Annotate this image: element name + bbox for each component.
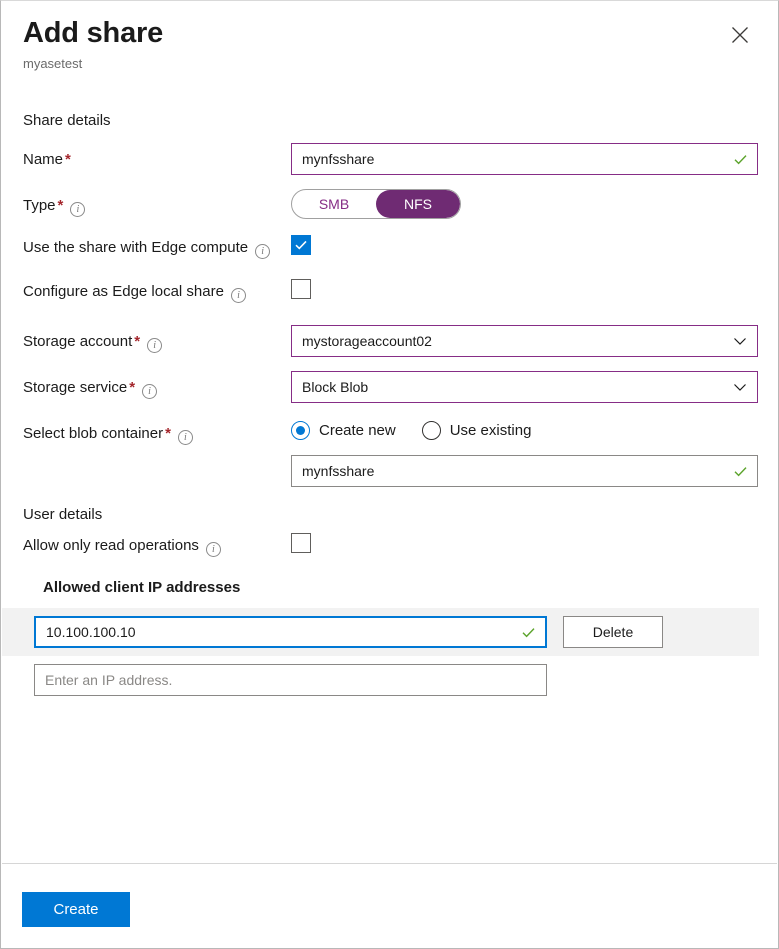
- edge-local-label: Configure as Edge local share i: [23, 279, 291, 303]
- create-button[interactable]: Create: [22, 892, 130, 927]
- checkmark-icon: [521, 625, 545, 640]
- type-label-text: Type: [23, 197, 56, 214]
- field-row-edge-local: Configure as Edge local share i: [1, 279, 779, 303]
- name-input[interactable]: [292, 144, 733, 174]
- storage-account-label: Storage account* i: [23, 325, 291, 353]
- info-icon[interactable]: i: [142, 384, 157, 399]
- name-required-marker: *: [65, 151, 71, 168]
- field-row-type: Type* i SMB NFS: [1, 189, 779, 219]
- page-subtitle: myasetest: [23, 55, 758, 72]
- type-required-marker: *: [58, 197, 64, 214]
- section-share-details: Share details: [1, 111, 779, 131]
- storage-account-dropdown[interactable]: mystorageaccount02: [291, 325, 758, 357]
- radio-create-new-label: Create new: [319, 422, 396, 439]
- name-label-text: Name: [23, 151, 63, 168]
- ip-new-entry-row: [1, 656, 779, 696]
- section-user-details: User details: [1, 505, 779, 525]
- ip-input-wrapper[interactable]: [34, 616, 547, 648]
- storage-service-dropdown[interactable]: Block Blob: [291, 371, 758, 403]
- edge-compute-label: Use the share with Edge compute i: [23, 235, 291, 259]
- container-name-input-wrapper[interactable]: [291, 455, 758, 487]
- radio-use-existing-label: Use existing: [450, 422, 532, 439]
- ip-entry-row: Delete: [2, 608, 759, 656]
- ip-input[interactable]: [36, 618, 521, 646]
- page-title: Add share: [23, 15, 758, 51]
- ip-new-input[interactable]: [35, 665, 546, 695]
- info-icon[interactable]: i: [178, 430, 193, 445]
- ip-new-input-wrapper[interactable]: [34, 664, 547, 696]
- container-name-spacer: [23, 455, 291, 462]
- edge-compute-checkbox[interactable]: [291, 235, 311, 255]
- ip-section-heading: Allowed client IP addresses: [1, 579, 779, 596]
- type-option-nfs[interactable]: NFS: [376, 190, 460, 218]
- type-option-smb[interactable]: SMB: [292, 190, 376, 218]
- footer-separator: [2, 863, 777, 864]
- chevron-down-icon: [733, 380, 757, 394]
- info-icon[interactable]: i: [70, 202, 85, 217]
- edge-local-label-text: Configure as Edge local share: [23, 283, 224, 300]
- radio-create-new[interactable]: Create new: [291, 421, 396, 440]
- field-row-container-name: [1, 455, 779, 487]
- storage-account-required-marker: *: [134, 333, 140, 350]
- field-row-edge-compute: Use the share with Edge compute i: [1, 235, 779, 259]
- field-row-read-only: Allow only read operations i: [1, 533, 779, 557]
- radio-indicator: [291, 421, 310, 440]
- read-only-label: Allow only read operations i: [23, 533, 291, 557]
- field-row-blob-container: Select blob container* i Create new Use e…: [1, 417, 779, 445]
- name-input-wrapper[interactable]: [291, 143, 758, 175]
- chevron-down-icon: [733, 334, 757, 348]
- edge-local-checkbox[interactable]: [291, 279, 311, 299]
- checkmark-icon: [733, 152, 757, 167]
- delete-ip-button[interactable]: Delete: [563, 616, 663, 648]
- type-toggle[interactable]: SMB NFS: [291, 189, 461, 219]
- close-button[interactable]: [724, 19, 756, 51]
- read-only-label-text: Allow only read operations: [23, 537, 199, 554]
- radio-use-existing[interactable]: Use existing: [422, 421, 532, 440]
- radio-indicator: [422, 421, 441, 440]
- add-share-panel: Add share myasetest Share details Name*: [0, 0, 779, 949]
- storage-account-label-text: Storage account: [23, 333, 132, 350]
- storage-service-label: Storage service* i: [23, 371, 291, 399]
- field-row-storage-account: Storage account* i mystorageaccount02: [1, 325, 779, 357]
- checkmark-icon: [294, 238, 308, 252]
- name-label: Name*: [23, 143, 291, 170]
- type-label: Type* i: [23, 189, 291, 217]
- field-row-name: Name*: [1, 143, 779, 175]
- edge-compute-label-text: Use the share with Edge compute: [23, 239, 248, 256]
- container-name-input[interactable]: [292, 456, 733, 486]
- storage-service-required-marker: *: [129, 379, 135, 396]
- blob-container-radio-group: Create new Use existing: [291, 417, 758, 440]
- add-share-form: Share details Name* Type*i: [1, 111, 779, 696]
- storage-service-label-text: Storage service: [23, 379, 127, 396]
- info-icon[interactable]: i: [147, 338, 162, 353]
- panel-header: Add share myasetest: [23, 15, 758, 72]
- field-row-storage-service: Storage service* i Block Blob: [1, 371, 779, 403]
- blob-container-label: Select blob container* i: [23, 417, 291, 445]
- close-icon: [731, 26, 749, 44]
- info-icon[interactable]: i: [206, 542, 221, 557]
- read-only-checkbox[interactable]: [291, 533, 311, 553]
- info-icon[interactable]: i: [255, 244, 270, 259]
- storage-service-value: Block Blob: [292, 379, 733, 395]
- storage-account-value: mystorageaccount02: [292, 333, 733, 349]
- blob-container-label-text: Select blob container: [23, 425, 163, 442]
- info-icon[interactable]: i: [231, 288, 246, 303]
- blob-container-required-marker: *: [165, 425, 171, 442]
- checkmark-icon: [733, 464, 757, 479]
